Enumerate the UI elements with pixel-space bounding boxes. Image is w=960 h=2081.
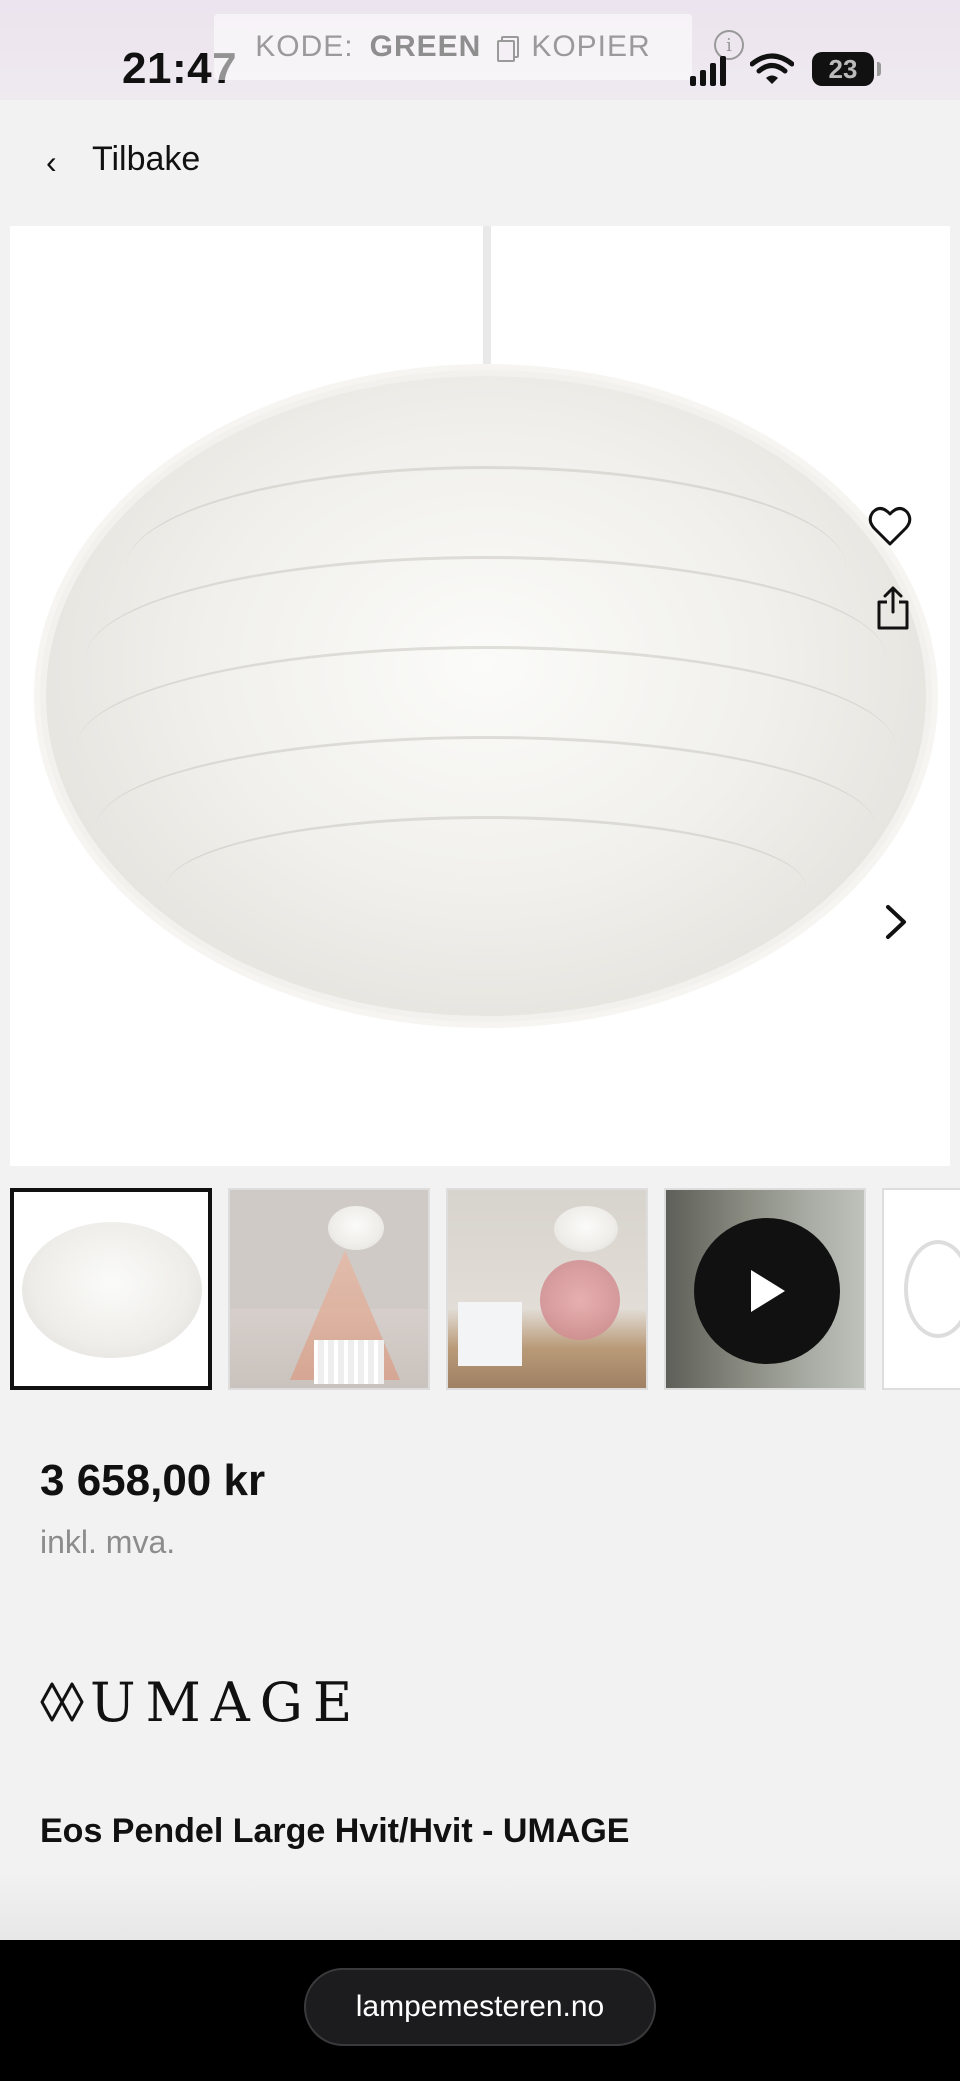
play-button[interactable] — [694, 1218, 840, 1364]
battery-tip — [877, 62, 881, 76]
cellular-signal-icon — [690, 54, 726, 86]
heart-icon[interactable] — [866, 502, 914, 550]
product-title: Eos Pendel Large Hvit/Hvit - UMAGE — [40, 1812, 630, 1850]
back-label: Tilbake — [92, 140, 201, 178]
brand-logo[interactable]: UMAGE — [40, 1670, 363, 1734]
product-price: 3 658,00 kr — [40, 1456, 266, 1505]
url-field[interactable]: lampemesteren.no — [304, 1968, 656, 2046]
next-image-button[interactable] — [865, 889, 927, 955]
promo-code: GREEN — [369, 30, 482, 63]
battery-icon: 23 — [812, 52, 874, 86]
thumbnail-1[interactable] — [10, 1188, 212, 1390]
content-fade — [0, 1870, 960, 1940]
thumbnail-2[interactable] — [228, 1188, 430, 1390]
thumbnail-3[interactable] — [446, 1188, 648, 1390]
chevron-right-icon — [886, 905, 906, 939]
browser-url-bar: lampemesteren.no — [0, 1940, 960, 2081]
back-link[interactable]: ‹ Tilbake — [0, 130, 960, 196]
thumbnail-video[interactable] — [664, 1188, 866, 1390]
product-main-image[interactable] — [10, 226, 950, 1166]
thumbnail-5[interactable] — [882, 1188, 960, 1390]
copy-icon[interactable] — [497, 36, 520, 62]
play-icon — [751, 1270, 785, 1312]
feather-shade — [46, 376, 926, 1016]
url-text: lampemesteren.no — [355, 1990, 605, 2023]
copy-button[interactable]: KOPIER — [531, 30, 650, 64]
chevron-left-icon: ‹ — [46, 144, 57, 180]
share-icon[interactable] — [876, 586, 910, 630]
wifi-icon — [750, 53, 794, 84]
promo-code-banner[interactable]: KODE: GREEN KOPIER — [214, 14, 692, 80]
brand-name: UMAGE — [90, 1670, 363, 1734]
battery-level: 23 — [828, 53, 858, 84]
thumbnail-strip — [10, 1186, 960, 1394]
promo-label: KODE: — [255, 30, 354, 63]
vat-note: inkl. mva. — [40, 1524, 176, 1560]
umage-logo-icon — [40, 1682, 84, 1722]
status-bar: 21:47 KODE: GREEN KOPIER i 23 — [0, 0, 960, 100]
